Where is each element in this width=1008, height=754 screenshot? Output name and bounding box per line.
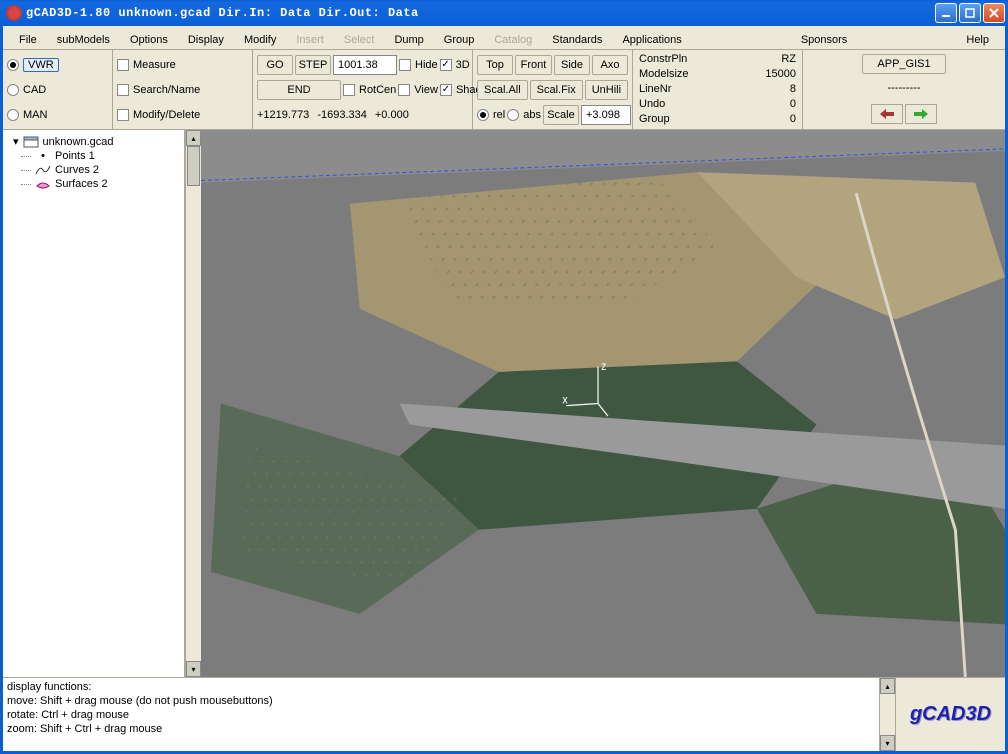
menu-options[interactable]: Options — [120, 31, 178, 49]
constrpln-label: ConstrPln — [639, 52, 687, 67]
tree-points[interactable]: • Points 1 — [7, 149, 180, 163]
menu-submodels[interactable]: subModels — [47, 31, 120, 49]
side-button[interactable]: Side — [554, 55, 590, 75]
forward-button[interactable] — [905, 104, 937, 124]
footer-line1: display functions: — [7, 680, 875, 694]
radio-abs[interactable]: abs — [507, 105, 541, 125]
coord-z: +0.000 — [375, 109, 409, 121]
footer-line2: move: Shift + drag mouse (do not push mo… — [7, 694, 875, 708]
scalall-button[interactable]: Scal.All — [477, 80, 528, 100]
menu-dump[interactable]: Dump — [384, 31, 433, 49]
surface-icon — [35, 178, 51, 190]
axo-button[interactable]: Axo — [592, 55, 628, 75]
radio-rel[interactable]: rel — [477, 105, 505, 125]
footer: display functions: move: Shift + drag mo… — [3, 677, 1005, 751]
maximize-button[interactable] — [959, 3, 981, 23]
go-button[interactable]: GO — [257, 55, 293, 75]
check-rotcen[interactable]: RotCen — [343, 80, 396, 100]
coord-x: +1219.773 — [257, 109, 309, 121]
check-hide[interactable]: Hide — [399, 55, 438, 75]
scale-value-input[interactable]: +3.098 — [581, 105, 631, 125]
scroll-down-icon[interactable]: ▾ — [186, 661, 201, 677]
scale-button[interactable]: Scale — [543, 105, 579, 125]
window-title: gCAD3D-1.80 unknown.gcad Dir.In: Data Di… — [26, 6, 935, 20]
footer-line3: rotate: Ctrl + drag mouse — [7, 708, 875, 722]
axis-z-label: z — [601, 361, 607, 373]
tree-curves[interactable]: Curves 2 — [7, 163, 180, 177]
menu-file[interactable]: File — [9, 31, 47, 49]
top-button[interactable]: Top — [477, 55, 513, 75]
menu-insert: Insert — [286, 31, 334, 49]
check-searchname[interactable]: Search/Name — [117, 80, 248, 100]
mode-vwr[interactable]: VWR — [7, 55, 108, 75]
mode-cad[interactable]: CAD — [7, 80, 108, 100]
end-button[interactable]: END — [257, 80, 341, 100]
minimize-button[interactable] — [935, 3, 957, 23]
tree-root[interactable]: ▾ unknown.gcad — [7, 134, 180, 149]
3d-viewport[interactable]: z x — [201, 130, 1005, 677]
titlebar: gCAD3D-1.80 unknown.gcad Dir.In: Data Di… — [0, 0, 1008, 26]
step-value-input[interactable]: 1001.38 — [333, 55, 397, 75]
tree-surfaces[interactable]: Surfaces 2 — [7, 177, 180, 191]
menu-standards[interactable]: Standards — [542, 31, 612, 49]
menu-display[interactable]: Display — [178, 31, 234, 49]
unhili-button[interactable]: UnHili — [585, 80, 628, 100]
tree-root-label: unknown.gcad — [43, 136, 114, 148]
model-tree: ▾ unknown.gcad • Points 1 Curves 2 Surfa… — [3, 130, 185, 677]
group-label: Group — [639, 112, 670, 127]
undo-value: 0 — [790, 97, 796, 112]
linenr-label: LineNr — [639, 82, 671, 97]
footer-scrollbar[interactable]: ▴ ▾ — [879, 678, 895, 751]
scroll-thumb[interactable] — [187, 146, 200, 186]
curve-icon — [35, 164, 51, 176]
scroll-down-icon[interactable]: ▾ — [880, 735, 895, 751]
modelsize-label: Modelsize — [639, 67, 689, 82]
step-button[interactable]: STEP — [295, 55, 331, 75]
point-icon: • — [35, 150, 51, 162]
check-modifydelete[interactable]: Modify/Delete — [117, 105, 248, 125]
check-view[interactable]: View — [398, 80, 438, 100]
menu-catalog: Catalog — [484, 31, 542, 49]
mode-man[interactable]: MAN — [7, 105, 108, 125]
menu-applications[interactable]: Applications — [612, 31, 691, 49]
scroll-up-icon[interactable]: ▴ — [880, 678, 895, 694]
undo-label: Undo — [639, 97, 665, 112]
app-name-button[interactable]: APP_GIS1 — [862, 54, 946, 74]
scroll-up-icon[interactable]: ▴ — [186, 130, 201, 146]
menu-select: Select — [334, 31, 385, 49]
menu-modify[interactable]: Modify — [234, 31, 286, 49]
footer-line4: zoom: Shift + Ctrl + drag mouse — [7, 722, 875, 736]
axis-x-label: x — [562, 394, 568, 406]
menubar: File subModels Options Display Modify In… — [3, 26, 1005, 50]
menu-group[interactable]: Group — [434, 31, 485, 49]
coord-y: -1693.334 — [317, 109, 367, 121]
tree-surfaces-label: Surfaces 2 — [55, 178, 108, 190]
close-button[interactable] — [983, 3, 1005, 23]
model-icon — [23, 136, 39, 148]
menu-help[interactable]: Help — [956, 31, 999, 49]
constrpln-value: RZ — [781, 52, 796, 67]
back-button[interactable] — [871, 104, 903, 124]
front-button[interactable]: Front — [515, 55, 552, 75]
app-dash: --------- — [888, 82, 921, 94]
tree-curves-label: Curves 2 — [55, 164, 99, 176]
group-value: 0 — [790, 112, 796, 127]
tree-points-label: Points 1 — [55, 150, 95, 162]
linenr-value: 8 — [790, 82, 796, 97]
toolbar: VWR CAD MAN Measure Search/Name Modify/D… — [3, 50, 1005, 130]
help-text: display functions: move: Shift + drag mo… — [3, 678, 879, 751]
app-icon — [6, 5, 22, 21]
check-3d[interactable]: ✓3D — [440, 55, 470, 75]
modelsize-value: 15000 — [765, 67, 796, 82]
menu-sponsors[interactable]: Sponsors — [791, 31, 857, 49]
check-measure[interactable]: Measure — [117, 55, 248, 75]
logo: gCAD3D — [910, 703, 991, 726]
minus-icon: ▾ — [13, 135, 19, 148]
tree-scrollbar[interactable]: ▴ ▾ — [185, 130, 201, 677]
scalfix-button[interactable]: Scal.Fix — [530, 80, 583, 100]
